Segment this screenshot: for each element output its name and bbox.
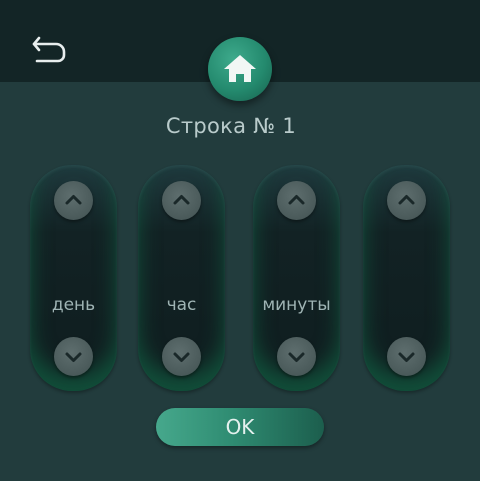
minutes-up-button[interactable] bbox=[277, 181, 316, 220]
hour-label: час bbox=[166, 295, 197, 315]
screen: Строка № 1 день час минуты OK bbox=[0, 0, 480, 481]
minutes-label: минуты bbox=[262, 295, 331, 315]
day-up-button[interactable] bbox=[54, 181, 93, 220]
back-button[interactable] bbox=[30, 34, 70, 70]
page-title: Строка № 1 bbox=[165, 114, 297, 138]
hour-up-button[interactable] bbox=[162, 181, 201, 220]
fourth-up-button[interactable] bbox=[387, 181, 426, 220]
home-button[interactable] bbox=[208, 37, 272, 101]
hour-column: час bbox=[138, 165, 225, 391]
minutes-column: минуты bbox=[253, 165, 340, 391]
day-down-button[interactable] bbox=[54, 337, 93, 376]
minutes-down-button[interactable] bbox=[277, 337, 316, 376]
hour-down-button[interactable] bbox=[162, 337, 201, 376]
fourth-column bbox=[363, 165, 450, 391]
back-arrow-icon bbox=[30, 36, 70, 74]
day-label: день bbox=[51, 295, 96, 315]
ok-button[interactable]: OK bbox=[156, 408, 324, 446]
day-column: день bbox=[30, 165, 117, 391]
fourth-down-button[interactable] bbox=[387, 337, 426, 376]
